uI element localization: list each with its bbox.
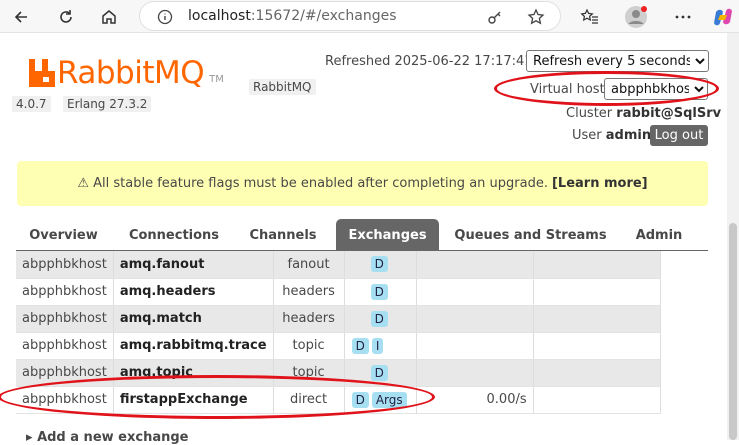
version-tag: 4.0.7 bbox=[12, 96, 51, 112]
url-text: localhost:15672/#/exchanges bbox=[188, 8, 397, 24]
args-badge: Args bbox=[371, 391, 407, 408]
features-cell: D bbox=[344, 251, 417, 279]
exchange-name-link[interactable]: firstappExchange bbox=[113, 386, 274, 414]
tab-connections[interactable]: Connections bbox=[118, 219, 230, 251]
features-cell: D bbox=[344, 359, 417, 387]
vhost-cell: abpphbkhost bbox=[16, 251, 114, 279]
vhost-cell: abpphbkhost bbox=[16, 332, 114, 360]
exchange-name-link[interactable]: amq.rabbitmq.trace bbox=[113, 332, 274, 360]
back-icon[interactable] bbox=[8, 4, 34, 30]
erlang-tag: Erlang 27.3.2 bbox=[63, 96, 152, 112]
type-cell: headers bbox=[273, 278, 345, 306]
durable-badge: D bbox=[370, 364, 388, 381]
product-tag: RabbitMQ bbox=[249, 79, 316, 95]
message-rate-out-cell bbox=[533, 359, 661, 387]
internal-badge: I bbox=[371, 337, 384, 354]
copilot-icon[interactable] bbox=[710, 4, 736, 30]
scrollbar-thumb[interactable] bbox=[729, 223, 737, 440]
durable-badge: D bbox=[351, 337, 369, 354]
main-nav-tabs: Overview Connections Channels Exchanges … bbox=[16, 219, 708, 251]
vhost-cell: abpphbkhost bbox=[16, 386, 114, 414]
add-new-exchange-label: Add a new exchange bbox=[37, 430, 189, 445]
banner-text: ⚠ All stable feature flags must be enabl… bbox=[77, 176, 548, 191]
learn-more-link[interactable]: [Learn more] bbox=[552, 176, 648, 191]
type-cell: topic bbox=[273, 332, 345, 360]
table-row[interactable]: abpphbkhost amq.headers headers D bbox=[16, 278, 661, 306]
message-rate-in-cell: 0.00/s bbox=[416, 386, 534, 414]
exchange-name-link[interactable]: amq.topic bbox=[113, 359, 274, 387]
features-cell: DI bbox=[344, 332, 417, 360]
exchange-name-link[interactable]: amq.headers bbox=[113, 278, 274, 306]
more-icon[interactable] bbox=[670, 4, 696, 30]
message-rate-in-cell bbox=[416, 359, 534, 387]
feature-flags-banner: ⚠ All stable feature flags must be enabl… bbox=[17, 161, 708, 206]
features-cell: D bbox=[344, 278, 417, 306]
exchanges-table: abpphbkhost amq.fanout fanout Dabpphbkhost a… bbox=[16, 251, 661, 414]
table-row[interactable]: abpphbkhost amq.rabbitmq.trace topic D I bbox=[16, 332, 661, 360]
table-row[interactable]: abpphbkhost firstappExchange direct D Args 0.… bbox=[16, 386, 661, 414]
tab-overview[interactable]: Overview bbox=[22, 219, 105, 251]
durable-badge: D bbox=[351, 391, 369, 408]
vhost-cell: abpphbkhost bbox=[16, 278, 114, 306]
rabbitmq-logo-icon bbox=[29, 59, 55, 87]
features-cell: D Args bbox=[344, 386, 417, 414]
key-icon[interactable] bbox=[484, 6, 506, 28]
tab-queues-and-streams[interactable]: Queues and Streams bbox=[452, 219, 609, 251]
table-row[interactable]: abpphbkhost amq.topic topic D bbox=[16, 359, 661, 387]
durable-badge: D bbox=[370, 283, 388, 300]
type-cell: direct bbox=[273, 386, 345, 414]
message-rate-in-cell bbox=[416, 332, 534, 360]
message-rate-out-cell bbox=[533, 278, 661, 306]
message-rate-in-cell bbox=[416, 278, 534, 306]
tab-channels[interactable]: Channels bbox=[243, 219, 323, 251]
favorites-icon[interactable] bbox=[577, 4, 603, 30]
vhost-cell: abpphbkhost bbox=[16, 305, 114, 333]
reload-icon[interactable] bbox=[53, 4, 79, 30]
durable-badge: D bbox=[370, 310, 388, 327]
profile-icon[interactable] bbox=[623, 4, 649, 30]
user-info: User admin bbox=[572, 128, 652, 143]
home-icon[interactable] bbox=[96, 4, 122, 30]
message-rate-in-cell bbox=[416, 305, 534, 333]
refreshed-time: Refreshed 2025-06-22 17:17:41 bbox=[325, 54, 533, 69]
star-icon[interactable] bbox=[525, 6, 547, 28]
info-icon[interactable] bbox=[154, 6, 176, 28]
vhost-cell: abpphbkhost bbox=[16, 359, 114, 387]
page-scrollbar[interactable] bbox=[727, 33, 739, 440]
type-cell: fanout bbox=[273, 251, 345, 279]
type-cell: headers bbox=[273, 305, 345, 333]
logo-text: RabbitMQ bbox=[57, 55, 205, 91]
refresh-interval-select[interactable]: Refresh every 5 seconds bbox=[526, 50, 709, 72]
message-rate-in-cell bbox=[416, 251, 534, 279]
browser-toolbar: localhost:15672/#/exchanges bbox=[0, 0, 739, 33]
cluster-info: Cluster rabbit@SqlSrv bbox=[566, 106, 722, 121]
message-rate-out-cell bbox=[533, 332, 661, 360]
virtual-host-label: Virtual host bbox=[530, 82, 605, 97]
message-rate-out-cell bbox=[533, 305, 661, 333]
rabbitmq-logo[interactable]: RabbitMQ TM bbox=[27, 57, 224, 89]
message-rate-out-cell bbox=[533, 251, 661, 279]
address-bar[interactable]: localhost:15672/#/exchanges bbox=[139, 1, 561, 31]
exchange-name-link[interactable]: amq.fanout bbox=[113, 251, 274, 279]
type-cell: topic bbox=[273, 359, 345, 387]
durable-badge: D bbox=[370, 256, 388, 273]
features-cell: D bbox=[344, 305, 417, 333]
table-row[interactable]: abpphbkhost amq.fanout fanout D bbox=[16, 251, 661, 279]
tab-admin[interactable]: Admin bbox=[622, 219, 696, 251]
add-new-exchange-toggle[interactable]: ▸ Add a new exchange bbox=[26, 430, 188, 445]
tab-exchanges[interactable]: Exchanges bbox=[336, 219, 439, 251]
table-row[interactable]: abpphbkhost amq.match headers D bbox=[16, 305, 661, 333]
logo-trademark: TM bbox=[209, 74, 224, 85]
logout-button[interactable]: Log out bbox=[650, 125, 708, 146]
virtual-host-select[interactable]: abpphbkhost bbox=[604, 78, 708, 100]
message-rate-out-cell bbox=[533, 386, 661, 414]
exchange-name-link[interactable]: amq.match bbox=[113, 305, 274, 333]
